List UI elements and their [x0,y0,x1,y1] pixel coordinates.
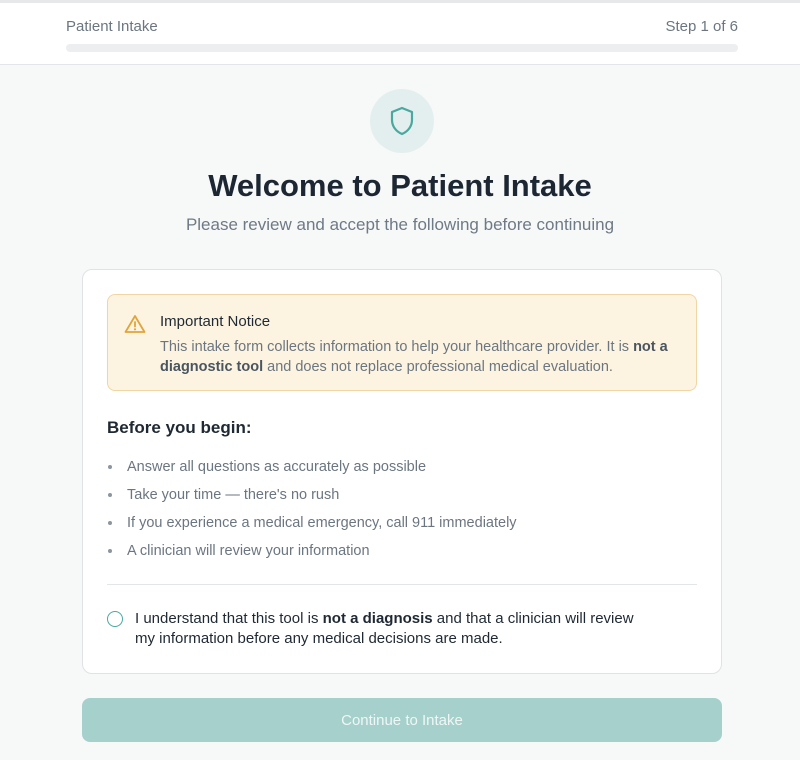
progress-header: Patient Intake Step 1 of 6 [0,0,800,65]
list-item: Take your time — there's no rush [107,484,517,512]
notice-body-text: This intake form collects information to… [160,339,634,355]
step-indicator: Step 1 of 6 [665,18,738,35]
consent-emphasis: not a diagnosis [322,610,433,627]
list-item: A clinician will review your information [107,540,517,568]
before-begin-list: Answer all questions as accurately as po… [107,456,517,568]
header-title: Patient Intake [66,18,158,35]
consent-text: I understand that this tool is [135,610,323,627]
page-title: Welcome to Patient Intake [208,168,592,203]
shield-icon [370,89,434,153]
divider [107,584,697,585]
progress-bar [66,44,738,52]
intake-card: Important Notice This intake form collec… [82,269,722,674]
list-item: If you experience a medical emergency, c… [107,512,517,540]
continue-button[interactable]: Continue to Intake [82,698,722,742]
consent-label[interactable]: I understand that this tool is not a dia… [135,609,655,649]
notice-body: This intake form collects information to… [160,337,686,377]
warning-icon [124,314,146,339]
before-begin-title: Before you begin: [107,418,252,437]
notice-title: Important Notice [160,313,271,330]
consent-checkbox[interactable] [107,611,123,627]
page-subtitle: Please review and accept the following b… [185,215,615,234]
important-notice: Important Notice This intake form collec… [107,294,697,391]
notice-body-text-end: and does not replace professional medica… [263,359,613,375]
list-item: Answer all questions as accurately as po… [107,456,517,484]
